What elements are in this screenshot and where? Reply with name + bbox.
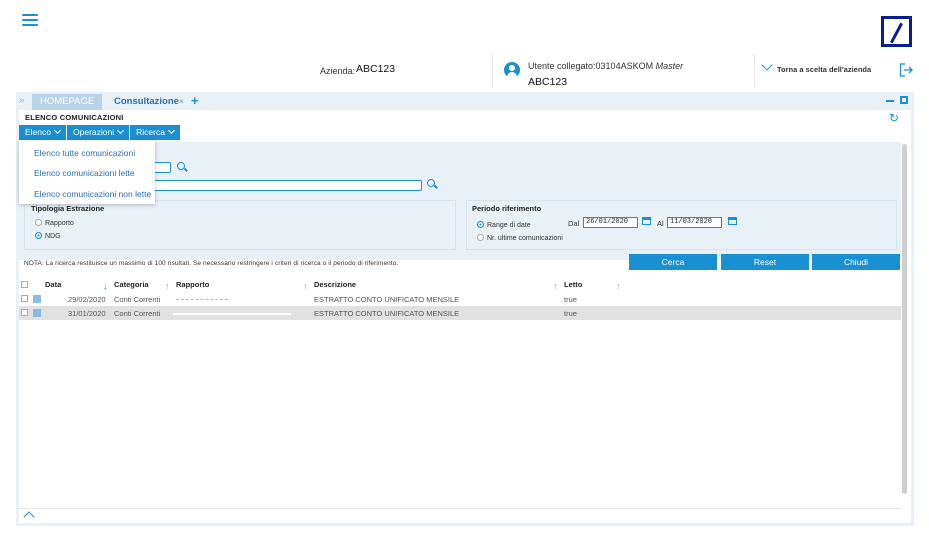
cell-descrizione: ESTRATTO CONTO UNIFICATO MENSILE <box>314 309 460 318</box>
menu-elenco[interactable]: Elenco <box>19 125 66 140</box>
chevron-down-icon <box>167 126 175 135</box>
radio-rapporto[interactable]: Rapporto <box>35 218 74 227</box>
tab-bar: » HOMEPAGE Consultazione × + <box>16 92 914 110</box>
nota-text: NOTA: La ricerca restituisce un massimo … <box>24 260 399 267</box>
azienda-value: ABC123 <box>356 63 396 75</box>
footer-divider <box>19 508 901 509</box>
cell-data: 31/01/2020 <box>68 309 106 318</box>
sort-up-icon[interactable]: ↑ <box>553 281 558 291</box>
reset-button[interactable]: Reset <box>721 254 809 270</box>
col-categoria[interactable]: Categoria <box>114 280 149 289</box>
table-row[interactable]: 29/02/2020 Conti Correnti ESTRATTO CONTO… <box>19 292 901 306</box>
tipologia-title: Tipologia Estrazione <box>31 204 105 213</box>
refresh-icon[interactable]: ↻ <box>889 111 899 125</box>
page-title: ELENCO COMUNICAZIONI <box>25 113 124 122</box>
user-icon <box>504 62 520 78</box>
tipologia-estrazione-group: Tipologia Estrazione Rapporto NDG <box>24 200 456 250</box>
search-icon[interactable] <box>177 162 185 170</box>
document-icon[interactable] <box>33 309 41 317</box>
sort-up-icon[interactable]: ↑ <box>303 281 308 291</box>
radio-ndg[interactable]: NDG <box>35 231 61 240</box>
utente-label: Utente collegato:03104ASKOM Master <box>528 61 684 71</box>
bank-logo <box>881 16 912 47</box>
calendar-icon[interactable] <box>642 217 651 225</box>
elenco-dropdown: Elenco tutte comunicazioni Elenco comuni… <box>19 140 155 204</box>
header-divider <box>492 54 493 88</box>
dropdown-item-lette[interactable]: Elenco comunicazioni lette <box>34 168 135 178</box>
menu-ricerca[interactable]: Ricerca <box>130 125 180 140</box>
row-checkbox[interactable] <box>21 309 28 316</box>
dal-label: Dal <box>568 219 580 228</box>
document-icon[interactable] <box>33 295 41 303</box>
cell-categoria: Conti Correnti <box>114 309 161 318</box>
cell-descrizione: ESTRATTO CONTO UNIFICATO MENSILE <box>314 295 460 304</box>
date-from-input[interactable]: 26/01/2020 <box>583 217 638 228</box>
cell-rapporto-masked <box>176 299 228 300</box>
maximize-icon[interactable] <box>900 96 908 104</box>
sort-down-icon[interactable]: ↓ <box>103 281 108 291</box>
chevron-down-icon <box>761 59 773 71</box>
search-icon[interactable] <box>427 179 435 187</box>
date-to-input[interactable]: 11/03/2020 <box>667 217 722 228</box>
utente-value: ABC123 <box>528 76 568 88</box>
periodo-title: Periodo riferimento <box>472 204 542 213</box>
row-checkbox[interactable] <box>21 295 28 302</box>
azienda-label: Azienda: <box>320 66 356 76</box>
table-header: Data ↓ Categoria ↑ Rapporto ↑ Descrizion… <box>19 278 901 292</box>
col-descrizione[interactable]: Descrizione <box>314 280 356 289</box>
header-divider-2 <box>754 54 755 88</box>
menu-operazioni[interactable]: Operazioni <box>67 125 130 140</box>
tab-homepage[interactable]: HOMEPAGE <box>32 94 103 110</box>
col-data[interactable]: Data <box>45 280 61 289</box>
sort-up-icon[interactable]: ↑ <box>165 281 170 291</box>
vertical-scrollbar[interactable] <box>902 144 907 494</box>
sort-up-icon[interactable]: ↑ <box>616 281 621 291</box>
col-letto[interactable]: Letto <box>564 280 582 289</box>
table-row[interactable]: 31/01/2020 Conti Correnti ESTRATTO CONTO… <box>19 306 901 320</box>
add-tab-icon[interactable]: + <box>191 93 199 108</box>
minimize-icon[interactable] <box>886 100 894 102</box>
cerca-button[interactable]: Cerca <box>629 254 717 270</box>
menu-bar: Elenco Operazioni Ricerca <box>19 125 181 140</box>
periodo-riferimento-group: Periodo riferimento Range di date Nr. ul… <box>466 200 897 250</box>
hamburger-menu-icon[interactable] <box>22 14 38 26</box>
select-all-checkbox[interactable] <box>21 281 28 288</box>
back-to-company-link[interactable]: Torna a scelta dell'azienda <box>761 59 871 74</box>
cell-letto: true <box>564 309 577 318</box>
cell-rapporto-masked <box>173 313 291 315</box>
chevron-down-icon <box>117 126 125 135</box>
dropdown-item-non-lette[interactable]: Elenco comunicazioni non lette <box>34 189 151 199</box>
radio-icon <box>35 219 42 226</box>
col-rapporto[interactable]: Rapporto <box>176 280 209 289</box>
radio-range-date[interactable]: Range di date <box>477 220 531 229</box>
tab-consultazione[interactable]: Consultazione <box>114 96 179 107</box>
expand-sidebar-icon[interactable]: » <box>19 95 25 106</box>
cell-letto: true <box>564 295 577 304</box>
calendar-icon[interactable] <box>728 217 737 225</box>
radio-selected-icon <box>35 232 42 239</box>
utente-role: Master <box>655 61 684 71</box>
chevron-down-icon <box>53 126 62 135</box>
radio-selected-icon <box>477 221 484 228</box>
logout-icon[interactable] <box>899 63 913 77</box>
tab-close-icon[interactable]: × <box>179 97 184 106</box>
cell-categoria: Conti Correnti <box>114 295 161 304</box>
radio-ultime-comunicazioni[interactable]: Nr. ultime comunicazioni <box>477 233 563 242</box>
chiudi-button[interactable]: Chiudi <box>812 254 900 270</box>
chevron-up-icon[interactable] <box>23 511 35 523</box>
al-label: Al <box>657 219 664 228</box>
radio-icon <box>477 234 484 241</box>
dropdown-item-tutte[interactable]: Elenco tutte comunicazioni <box>34 148 135 158</box>
cell-data: 29/02/2020 <box>68 295 106 304</box>
